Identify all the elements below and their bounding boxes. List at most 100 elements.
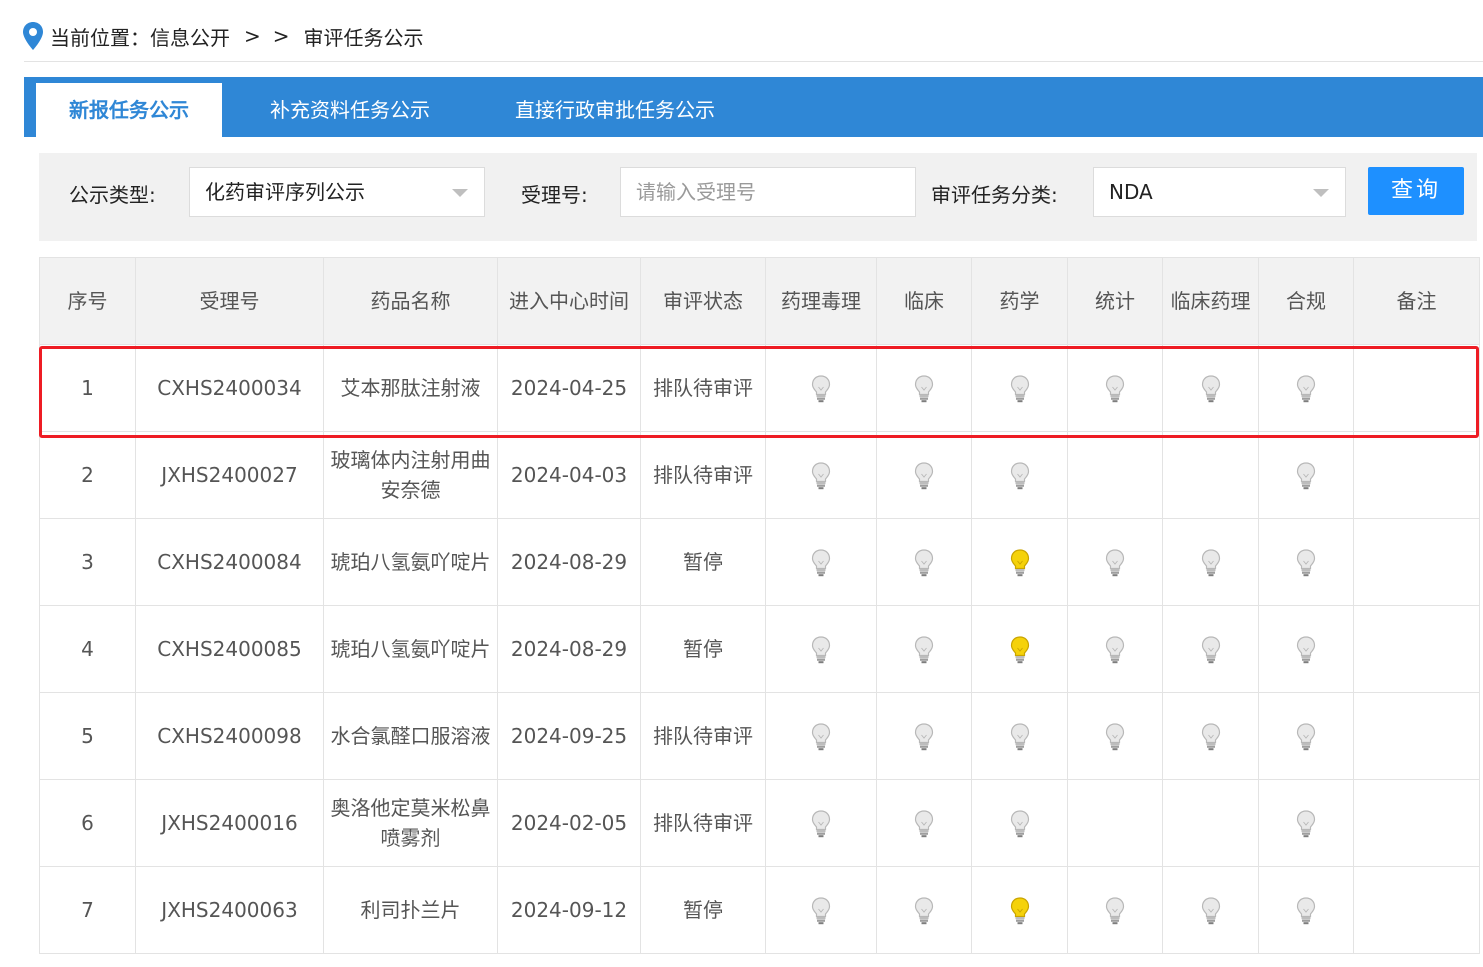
table-body: 1 CXHS2400034 艾本那肽注射液 2024-04-25 排队待审评 2 JXHS2… bbox=[39, 344, 1480, 954]
drug-name-cell: 利司扑兰片 bbox=[323, 866, 498, 954]
column-header: 药学 bbox=[971, 257, 1068, 345]
lightbulb-icon[interactable] bbox=[1010, 375, 1030, 403]
category-select-value: NDA bbox=[1109, 180, 1153, 204]
review-indicator-cell bbox=[1162, 431, 1259, 519]
review-indicator-cell bbox=[971, 692, 1068, 780]
column-header: 备注 bbox=[1353, 257, 1480, 345]
lightbulb-icon[interactable] bbox=[914, 810, 934, 838]
lightbulb-icon[interactable] bbox=[1010, 810, 1030, 838]
review-indicator-cell bbox=[1258, 344, 1354, 432]
review-indicator-cell bbox=[1067, 779, 1163, 867]
lightbulb-icon[interactable] bbox=[811, 462, 831, 490]
lightbulb-icon[interactable] bbox=[1105, 636, 1125, 664]
column-header: 受理号 bbox=[135, 257, 324, 345]
review-indicator-cell bbox=[971, 866, 1068, 954]
lightbulb-icon[interactable] bbox=[1201, 723, 1221, 751]
breadcrumb-current: 审评任务公示 bbox=[303, 25, 424, 50]
entry-date-cell: 2024-09-12 bbox=[497, 866, 641, 954]
accept-number-cell: JXHS2400027 bbox=[135, 431, 324, 519]
note-cell bbox=[1353, 518, 1480, 606]
lightbulb-icon[interactable] bbox=[811, 810, 831, 838]
lightbulb-icon[interactable] bbox=[1010, 636, 1030, 664]
lightbulb-icon[interactable] bbox=[1296, 723, 1316, 751]
lightbulb-icon[interactable] bbox=[1296, 462, 1316, 490]
lightbulb-icon[interactable] bbox=[1296, 549, 1316, 577]
review-indicator-cell bbox=[1067, 431, 1163, 519]
lightbulb-icon[interactable] bbox=[1296, 375, 1316, 403]
row-number: 6 bbox=[39, 779, 136, 867]
lightbulb-icon[interactable] bbox=[1296, 897, 1316, 925]
lightbulb-icon[interactable] bbox=[811, 636, 831, 664]
lightbulb-icon[interactable] bbox=[811, 549, 831, 577]
query-button[interactable]: 查询 bbox=[1368, 167, 1464, 215]
filter-bar: 公示类型: 化药审评序列公示 受理号: 请输入受理号 审评任务分类: NDA 查… bbox=[39, 153, 1477, 241]
lightbulb-icon[interactable] bbox=[914, 636, 934, 664]
lightbulb-icon[interactable] bbox=[811, 723, 831, 751]
accept-number-cell: CXHS2400085 bbox=[135, 605, 324, 693]
note-cell bbox=[1353, 779, 1480, 867]
breadcrumb-prefix[interactable]: 当前位置：信息公开 bbox=[50, 22, 230, 51]
accept-number-cell: CXHS2400084 bbox=[135, 518, 324, 606]
category-select[interactable]: NDA bbox=[1093, 167, 1346, 217]
lightbulb-icon[interactable] bbox=[1105, 549, 1125, 577]
review-indicator-cell bbox=[971, 344, 1068, 432]
review-indicator-cell bbox=[1067, 344, 1163, 432]
column-header: 合规 bbox=[1258, 257, 1354, 345]
lightbulb-icon[interactable] bbox=[811, 375, 831, 403]
lightbulb-icon[interactable] bbox=[1010, 549, 1030, 577]
drug-name-cell: 玻璃体内注射用曲安奈德 bbox=[323, 431, 498, 519]
review-status-cell: 排队待审评 bbox=[640, 344, 766, 432]
tab-direct-approval[interactable]: 直接行政审批任务公示 bbox=[489, 83, 741, 137]
review-indicator-cell bbox=[765, 605, 877, 693]
lightbulb-icon[interactable] bbox=[811, 897, 831, 925]
column-header: 序号 bbox=[39, 257, 136, 345]
lightbulb-icon[interactable] bbox=[1296, 636, 1316, 664]
accept-number-input[interactable]: 请输入受理号 bbox=[620, 167, 916, 217]
chevron-down-icon bbox=[452, 189, 468, 197]
lightbulb-icon[interactable] bbox=[914, 549, 934, 577]
lightbulb-icon[interactable] bbox=[914, 723, 934, 751]
lightbulb-icon[interactable] bbox=[914, 897, 934, 925]
lightbulb-icon[interactable] bbox=[1201, 897, 1221, 925]
drug-name-cell: 水合氯醛口服溶液 bbox=[323, 692, 498, 780]
lightbulb-icon[interactable] bbox=[1105, 375, 1125, 403]
lightbulb-icon[interactable] bbox=[1010, 723, 1030, 751]
lightbulb-icon[interactable] bbox=[1105, 723, 1125, 751]
review-indicator-cell bbox=[765, 692, 877, 780]
table-row[interactable]: 4 CXHS2400085 琥珀八氢氨吖啶片 2024-08-29 暂停 bbox=[39, 605, 1480, 693]
table-row[interactable]: 6 JXHS2400016 奥洛他定莫米松鼻喷雾剂 2024-02-05 排队待审评 bbox=[39, 779, 1480, 867]
table-row[interactable]: 2 JXHS2400027 玻璃体内注射用曲安奈德 2024-04-03 排队待审评 bbox=[39, 431, 1480, 519]
tab-supplementary[interactable]: 补充资料任务公示 bbox=[237, 83, 463, 137]
lightbulb-icon[interactable] bbox=[1201, 636, 1221, 664]
accept-number-cell: CXHS2400034 bbox=[135, 344, 324, 432]
review-indicator-cell bbox=[1258, 779, 1354, 867]
review-indicator-cell bbox=[1162, 779, 1259, 867]
table-row[interactable]: 7 JXHS2400063 利司扑兰片 2024-09-12 暂停 bbox=[39, 866, 1480, 954]
table-row[interactable]: 1 CXHS2400034 艾本那肽注射液 2024-04-25 排队待审评 bbox=[39, 344, 1480, 432]
lightbulb-icon[interactable] bbox=[1105, 897, 1125, 925]
type-select[interactable]: 化药审评序列公示 bbox=[189, 167, 485, 217]
lightbulb-icon[interactable] bbox=[1201, 549, 1221, 577]
lightbulb-icon[interactable] bbox=[1010, 897, 1030, 925]
note-cell bbox=[1353, 431, 1480, 519]
row-number: 1 bbox=[39, 344, 136, 432]
review-indicator-cell bbox=[1258, 431, 1354, 519]
lightbulb-icon[interactable] bbox=[1201, 375, 1221, 403]
review-status-cell: 排队待审评 bbox=[640, 431, 766, 519]
breadcrumb-separator: > bbox=[272, 24, 290, 48]
lightbulb-icon[interactable] bbox=[1296, 810, 1316, 838]
tab-new-report[interactable]: 新报任务公示 bbox=[36, 83, 222, 137]
review-indicator-cell bbox=[876, 692, 972, 780]
entry-date-cell: 2024-04-25 bbox=[497, 344, 641, 432]
review-status-cell: 排队待审评 bbox=[640, 692, 766, 780]
tab-bar: 新报任务公示 补充资料任务公示 直接行政审批任务公示 bbox=[24, 77, 1483, 137]
accept-number-cell: CXHS2400098 bbox=[135, 692, 324, 780]
lightbulb-icon[interactable] bbox=[914, 375, 934, 403]
review-indicator-cell bbox=[765, 779, 877, 867]
table-row[interactable]: 5 CXHS2400098 水合氯醛口服溶液 2024-09-25 排队待审评 bbox=[39, 692, 1480, 780]
lightbulb-icon[interactable] bbox=[1010, 462, 1030, 490]
lightbulb-icon[interactable] bbox=[914, 462, 934, 490]
table-row[interactable]: 3 CXHS2400084 琥珀八氢氨吖啶片 2024-08-29 暂停 bbox=[39, 518, 1480, 606]
main-panel: 新报任务公示 补充资料任务公示 直接行政审批任务公示 公示类型: 化药审评序列公… bbox=[24, 77, 1483, 967]
review-indicator-cell bbox=[1258, 866, 1354, 954]
